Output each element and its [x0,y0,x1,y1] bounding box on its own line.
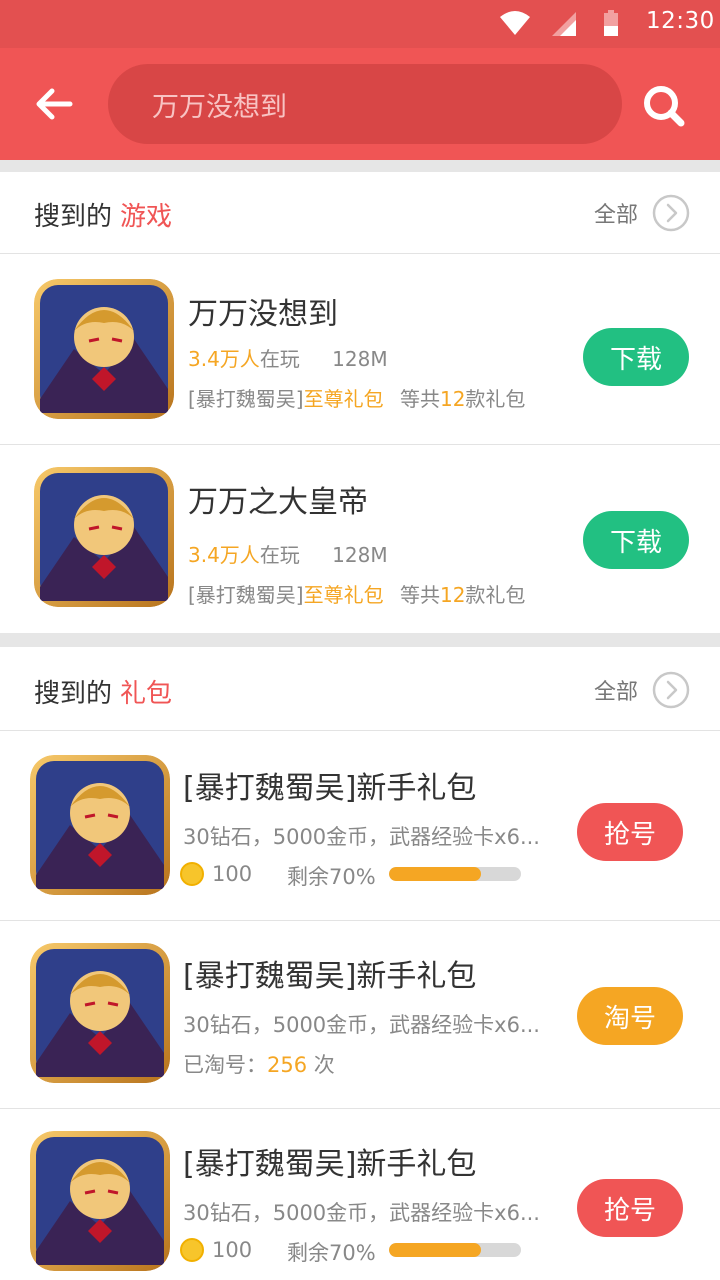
section-prefix: 搜到的 [34,679,113,709]
players-suffix: 在玩 [259,543,300,567]
back-arrow-icon[interactable] [30,80,78,128]
download-button[interactable]: 下载 [583,511,689,569]
section-divider [0,633,720,647]
game-row[interactable]: 万万没想到 3.4万人在玩 128M [暴打魏蜀吴]至尊礼包 等共12款礼包 下… [0,255,720,445]
chevron-right-circle-icon [652,194,690,232]
taken-count-prefix: 已淘号： [183,1053,267,1077]
search-icon[interactable] [640,82,686,128]
game-title: 万万没想到 [188,297,338,332]
game-row[interactable]: 万万之大皇帝 3.4万人在玩 128M [暴打魏蜀吴]至尊礼包 等共12款礼包 … [0,445,720,633]
coin-amount: 100 [212,862,253,886]
gift-total-count: 12 [439,387,466,411]
gift-game-icon [30,943,170,1083]
gift-title: [暴打魏蜀吴]新手礼包 [183,1147,477,1182]
chevron-right-circle-icon [652,671,690,709]
gift-highlight: 至尊礼包 [303,387,384,411]
game-meta: 3.4万人在玩 128M [188,343,388,372]
game-size: 128M [332,543,388,567]
status-bar: 12:30 [0,0,720,48]
games-section-title: 搜到的 游戏 [34,196,172,233]
gift-desc: 30钻石，5000金币，武器经验卡x6... [183,1201,540,1225]
remain-progress [389,867,521,881]
gift-title: [暴打魏蜀吴]新手礼包 [183,771,477,806]
see-all-label: 全部 [593,680,638,705]
search-box[interactable] [108,64,622,144]
see-all-label: 全部 [593,203,638,228]
section-divider [0,160,720,172]
download-button[interactable]: 下载 [583,328,689,386]
taken-count-suffix: 次 [307,1053,335,1077]
section-accent: 游戏 [120,202,173,232]
gift-desc: 30钻石，5000金币，武器经验卡x6... [183,1013,540,1037]
taken-count-line: 已淘号：256 次 [183,1049,335,1079]
gift-total-count: 12 [439,583,466,607]
gift-prefix: [暴打魏蜀吴] [188,387,304,411]
gift-total-suffix: 款礼包 [465,387,526,411]
players-suffix: 在玩 [259,347,300,371]
gift-prefix: [暴打魏蜀吴] [188,583,304,607]
gift-row[interactable]: [暴打魏蜀吴]新手礼包 30钻石，5000金币，武器经验卡x6... 100 剩… [0,1109,720,1280]
section-accent: 礼包 [120,679,173,709]
signal-icon [552,12,576,36]
grab-code-button[interactable]: 抢号 [577,1179,683,1237]
game-title: 万万之大皇帝 [188,485,368,520]
scavenge-code-button[interactable]: 淘号 [577,987,683,1045]
wifi-icon [500,11,530,35]
game-app-icon [34,279,174,419]
remain-label: 剩余70% [287,1241,376,1265]
game-meta: 3.4万人在玩 128M [188,539,388,568]
game-gift-line: [暴打魏蜀吴]至尊礼包 等共12款礼包 [188,579,525,608]
game-size: 128M [332,347,388,371]
players-count: 3.4万人 [188,347,260,371]
status-time: 12:30 [646,8,715,34]
remain-label: 剩余70% [287,865,376,889]
gift-desc: 30钻石，5000金币，武器经验卡x6... [183,825,540,849]
games-section-header: 搜到的 游戏 全部 [0,172,720,254]
search-toolbar [0,48,720,160]
coin-amount: 100 [212,1238,253,1262]
gift-total-suffix: 款礼包 [465,583,526,607]
grab-code-button[interactable]: 抢号 [577,803,683,861]
game-app-icon [34,467,174,607]
gift-highlight: 至尊礼包 [303,583,384,607]
game-gift-line: [暴打魏蜀吴]至尊礼包 等共12款礼包 [188,383,525,412]
gift-total-prefix: 等共 [399,583,440,607]
gift-total-prefix: 等共 [399,387,440,411]
gifts-section-header: 搜到的 礼包 全部 [0,647,720,731]
games-see-all-button[interactable]: 全部 [594,192,690,234]
taken-count-value: 256 [267,1053,308,1077]
gifts-see-all-button[interactable]: 全部 [594,669,690,711]
coin-icon [180,862,204,886]
section-prefix: 搜到的 [34,202,113,232]
remain-progress [389,1243,521,1257]
gifts-section-title: 搜到的 礼包 [34,673,172,710]
players-count: 3.4万人 [188,543,260,567]
gift-row[interactable]: [暴打魏蜀吴]新手礼包 30钻石，5000金币，武器经验卡x6... 100 剩… [0,731,720,921]
remain-progress-fill [389,1243,482,1257]
remain-progress-fill [389,867,482,881]
gift-game-icon [30,755,170,895]
gift-game-icon [30,1131,170,1271]
battery-icon [604,10,618,36]
gift-row[interactable]: [暴打魏蜀吴]新手礼包 30钻石，5000金币，武器经验卡x6... 已淘号：2… [0,921,720,1109]
coin-icon [180,1238,204,1262]
search-input[interactable] [152,86,572,122]
gift-title: [暴打魏蜀吴]新手礼包 [183,959,477,994]
